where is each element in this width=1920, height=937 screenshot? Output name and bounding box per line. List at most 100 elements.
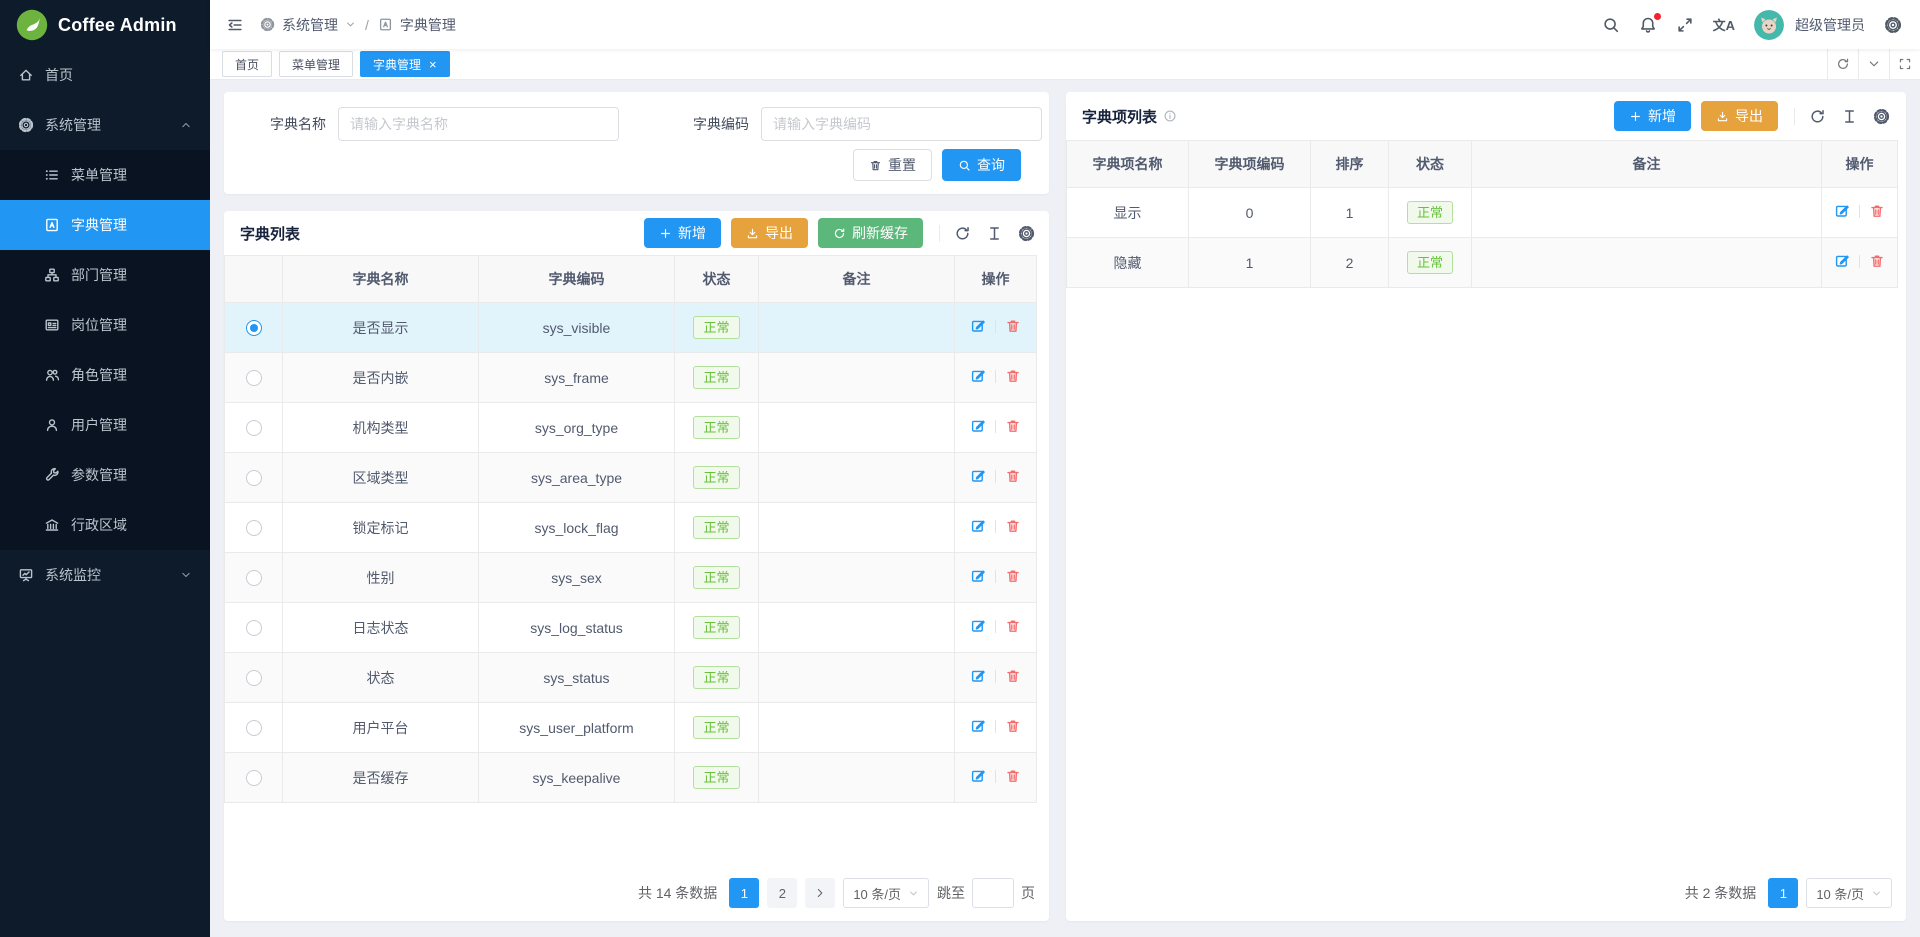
delete-icon[interactable] bbox=[1005, 768, 1021, 784]
page-button-2[interactable]: 2 bbox=[767, 878, 797, 908]
sidebar-item-user-management[interactable]: 用户管理 bbox=[0, 400, 210, 450]
delete-icon[interactable] bbox=[1005, 618, 1021, 634]
edit-icon[interactable] bbox=[970, 518, 986, 534]
app-logo[interactable]: Coffee Admin bbox=[0, 0, 210, 50]
tab-options-button[interactable] bbox=[1858, 49, 1889, 79]
row-radio[interactable] bbox=[246, 370, 262, 386]
refresh-icon[interactable] bbox=[1809, 108, 1826, 125]
refresh-cache-button[interactable]: 刷新缓存 bbox=[818, 218, 923, 248]
sidebar-item-dept-management[interactable]: 部门管理 bbox=[0, 250, 210, 300]
delete-icon[interactable] bbox=[1869, 203, 1885, 219]
table-row[interactable]: 锁定标记sys_lock_flag正常 bbox=[225, 503, 1037, 553]
delete-icon[interactable] bbox=[1005, 468, 1021, 484]
export-button[interactable]: 导出 bbox=[731, 218, 808, 248]
row-radio[interactable] bbox=[246, 570, 262, 586]
row-radio[interactable] bbox=[246, 720, 262, 736]
table-row[interactable]: 显示01正常 bbox=[1067, 188, 1898, 238]
page-size-select[interactable]: 10 条/页 bbox=[843, 878, 929, 908]
edit-icon[interactable] bbox=[970, 768, 986, 784]
edit-icon[interactable] bbox=[970, 568, 986, 584]
fullscreen-icon[interactable] bbox=[1676, 16, 1694, 34]
sidebar-item-admin-region[interactable]: 行政区域 bbox=[0, 500, 210, 550]
page-size-select[interactable]: 10 条/页 bbox=[1806, 878, 1892, 908]
delete-icon[interactable] bbox=[1005, 668, 1021, 684]
dict-code-input[interactable] bbox=[761, 107, 1042, 141]
table-row[interactable]: 用户平台sys_user_platform正常 bbox=[225, 703, 1037, 753]
next-page-button[interactable] bbox=[805, 878, 835, 908]
jump-page-input[interactable] bbox=[972, 878, 1014, 908]
sidebar-item-post-management[interactable]: 岗位管理 bbox=[0, 300, 210, 350]
sidebar-item-dict-management[interactable]: 字典管理 bbox=[0, 200, 210, 250]
row-radio[interactable] bbox=[246, 420, 262, 436]
maximize-content-button[interactable] bbox=[1889, 49, 1920, 79]
delete-icon[interactable] bbox=[1005, 518, 1021, 534]
delete-icon[interactable] bbox=[1005, 318, 1021, 334]
table-row[interactable]: 是否显示sys_visible正常 bbox=[225, 303, 1037, 353]
row-radio[interactable] bbox=[246, 670, 262, 686]
row-height-icon[interactable] bbox=[986, 225, 1003, 242]
username[interactable]: 超级管理员 bbox=[1795, 15, 1865, 35]
row-radio[interactable] bbox=[246, 770, 262, 786]
sidebar-item-param-management[interactable]: 参数管理 bbox=[0, 450, 210, 500]
sidebar-item-label: 系统监控 bbox=[45, 565, 101, 585]
row-height-icon[interactable] bbox=[1841, 108, 1858, 125]
add-item-button[interactable]: 新增 bbox=[1614, 101, 1691, 131]
sidebar-item-menu-management[interactable]: 菜单管理 bbox=[0, 150, 210, 200]
row-radio[interactable] bbox=[246, 620, 262, 636]
edit-icon[interactable] bbox=[970, 368, 986, 384]
edit-icon[interactable] bbox=[970, 668, 986, 684]
avatar[interactable] bbox=[1754, 10, 1784, 40]
breadcrumb-level1[interactable]: 系统管理 bbox=[282, 15, 338, 35]
column-settings-icon[interactable] bbox=[1873, 108, 1890, 125]
gear-icon bbox=[18, 117, 34, 133]
sidebar-item-role-management[interactable]: 角色管理 bbox=[0, 350, 210, 400]
home-icon bbox=[18, 67, 34, 83]
edit-icon[interactable] bbox=[1834, 253, 1850, 269]
collapse-sidebar-icon[interactable] bbox=[226, 16, 244, 34]
tab-menu-management[interactable]: 菜单管理 bbox=[279, 51, 353, 77]
tab-dict-management[interactable]: 字典管理× bbox=[360, 51, 450, 77]
export-item-button[interactable]: 导出 bbox=[1701, 101, 1778, 131]
page-button-1[interactable]: 1 bbox=[1768, 878, 1798, 908]
row-radio[interactable] bbox=[246, 320, 262, 336]
delete-icon[interactable] bbox=[1005, 718, 1021, 734]
table-row[interactable]: 隐藏12正常 bbox=[1067, 238, 1898, 288]
add-button[interactable]: 新增 bbox=[644, 218, 721, 248]
edit-icon[interactable] bbox=[970, 468, 986, 484]
sidebar-item-system-monitor[interactable]: 系统监控 bbox=[0, 550, 210, 600]
reset-button[interactable]: 重置 bbox=[853, 149, 932, 181]
sidebar-item-home[interactable]: 首页 bbox=[0, 50, 210, 100]
table-row[interactable]: 是否内嵌sys_frame正常 bbox=[225, 353, 1037, 403]
edit-icon[interactable] bbox=[970, 718, 986, 734]
table-row[interactable]: 性别sys_sex正常 bbox=[225, 553, 1037, 603]
table-row[interactable]: 是否缓存sys_keepalive正常 bbox=[225, 753, 1037, 803]
table-row[interactable]: 机构类型sys_org_type正常 bbox=[225, 403, 1037, 453]
settings-icon[interactable] bbox=[1884, 16, 1902, 34]
edit-icon[interactable] bbox=[1834, 203, 1850, 219]
delete-icon[interactable] bbox=[1869, 253, 1885, 269]
main-area: 系统管理 / 字典管理 文A 超级管理员 bbox=[210, 0, 1920, 937]
delete-icon[interactable] bbox=[1005, 568, 1021, 584]
edit-icon[interactable] bbox=[970, 318, 986, 334]
dict-name-input[interactable] bbox=[338, 107, 619, 141]
tab-home[interactable]: 首页 bbox=[222, 51, 272, 77]
delete-icon[interactable] bbox=[1005, 368, 1021, 384]
row-radio[interactable] bbox=[246, 520, 262, 536]
table-row[interactable]: 日志状态sys_log_status正常 bbox=[225, 603, 1037, 653]
sidebar-item-system-management[interactable]: 系统管理 bbox=[0, 100, 210, 150]
query-button[interactable]: 查询 bbox=[942, 149, 1021, 181]
column-settings-icon[interactable] bbox=[1018, 225, 1035, 242]
refresh-icon[interactable] bbox=[954, 225, 971, 242]
table-row[interactable]: 状态sys_status正常 bbox=[225, 653, 1037, 703]
table-row[interactable]: 区域类型sys_area_type正常 bbox=[225, 453, 1037, 503]
tab-close-icon[interactable]: × bbox=[429, 58, 437, 71]
notifications-button[interactable] bbox=[1639, 16, 1657, 34]
row-radio[interactable] bbox=[246, 470, 262, 486]
edit-icon[interactable] bbox=[970, 418, 986, 434]
edit-icon[interactable] bbox=[970, 618, 986, 634]
refresh-tab-button[interactable] bbox=[1827, 49, 1858, 79]
page-button-1[interactable]: 1 bbox=[729, 878, 759, 908]
search-icon[interactable] bbox=[1602, 16, 1620, 34]
translate-icon[interactable]: 文A bbox=[1713, 15, 1735, 34]
delete-icon[interactable] bbox=[1005, 418, 1021, 434]
